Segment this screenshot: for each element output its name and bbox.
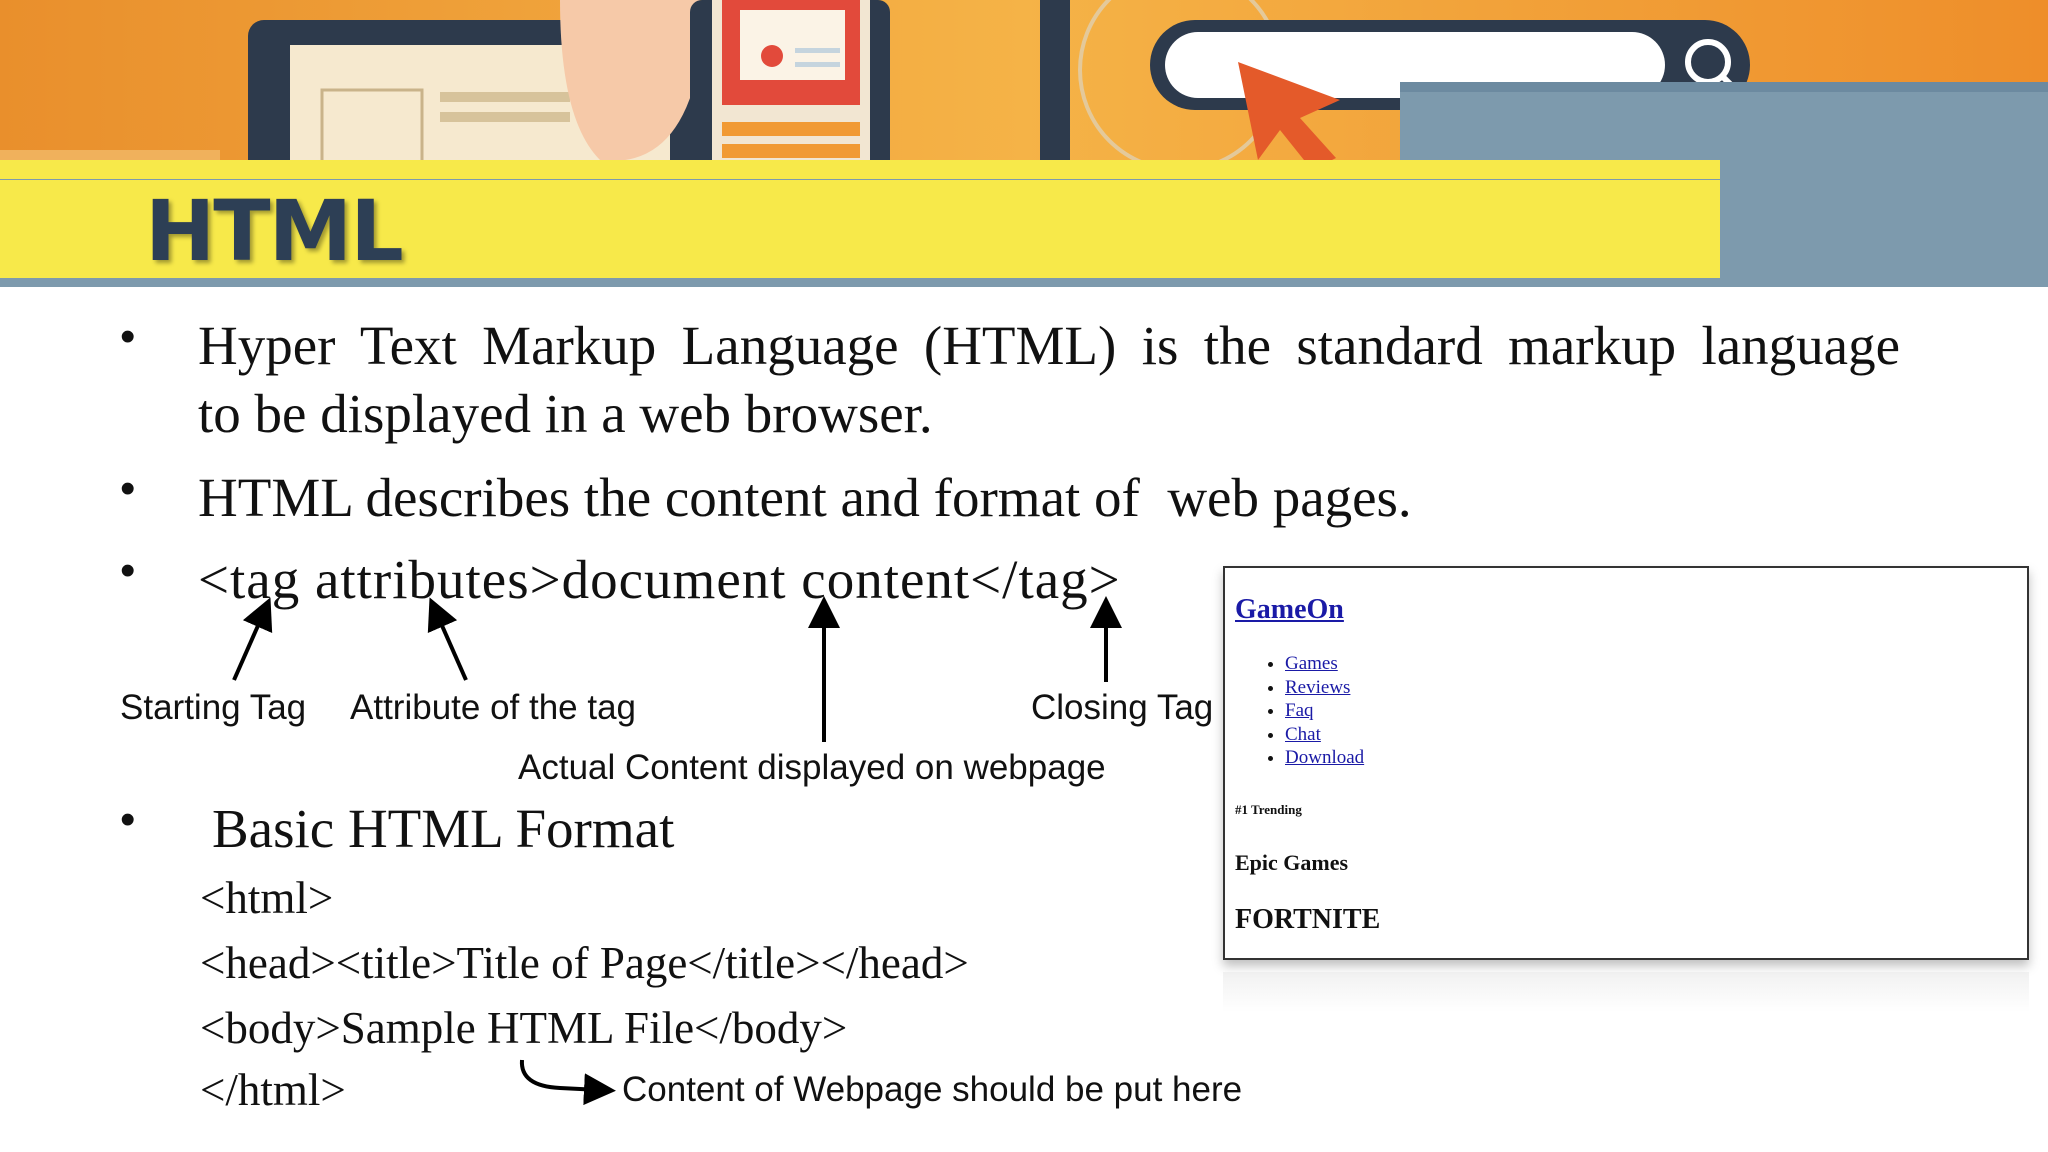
arrow-starting-tag [232, 597, 273, 681]
bullet-text: Basic HTML Format [212, 798, 675, 859]
webpage-preview: GameOn Games Reviews Faq Chat Download #… [1223, 566, 2029, 960]
label-closing-tag: Closing Tag [1031, 688, 1214, 727]
preview-site-title-link[interactable]: GameOn [1235, 594, 1344, 626]
code-line-html-close: </html> [200, 1065, 346, 1115]
preview-trending-label: #1 Trending [1235, 802, 1302, 817]
preview-nav-list: Games Reviews Faq Chat Download [1261, 652, 1364, 770]
preview-nav-reviews[interactable]: Reviews [1285, 677, 1350, 698]
preview-nav-chat[interactable]: Chat [1285, 724, 1321, 745]
label-content-note: Content of Webpage should be put here [622, 1070, 1243, 1109]
label-starting-tag: Starting Tag [120, 688, 307, 727]
preview-nav-faq[interactable]: Faq [1285, 700, 1314, 721]
bullet-marker: • [120, 795, 136, 844]
preview-subheading: Epic Games [1235, 850, 1349, 875]
preview-nav-download[interactable]: Download [1285, 747, 1364, 768]
code-line-body: <body>Sample HTML File</body> [200, 1003, 848, 1053]
list-item: Download [1285, 746, 1364, 770]
preview-nav-games[interactable]: Games [1285, 653, 1338, 674]
list-item: Reviews [1285, 676, 1364, 700]
list-item: Chat [1285, 723, 1364, 747]
preview-reflection [1223, 972, 2029, 1012]
arrow-content-note [519, 1059, 616, 1106]
label-attribute: Attribute of the tag [350, 688, 637, 727]
arrow-attribute [427, 597, 468, 681]
list-item: Faq [1285, 699, 1364, 723]
code-line-html-open: <html> [200, 873, 334, 923]
preview-heading: FORTNITE [1235, 904, 1381, 935]
label-actual-content: Actual Content displayed on webpage [518, 748, 1106, 787]
list-item: Games [1285, 652, 1364, 676]
code-line-head: <head><title>Title of Page</title></head… [200, 938, 969, 988]
